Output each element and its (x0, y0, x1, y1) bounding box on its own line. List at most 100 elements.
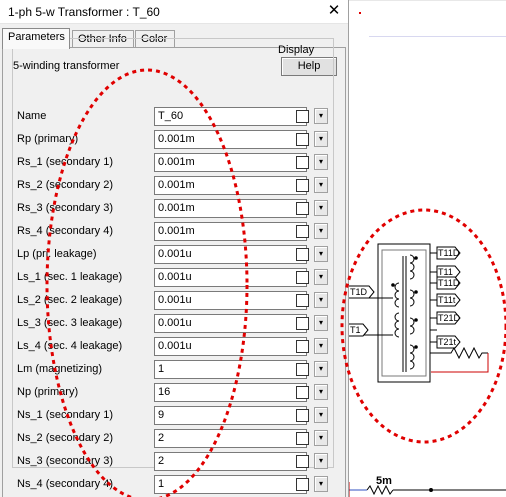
parameter-label: Np (primary) (17, 386, 79, 398)
display-checkbox[interactable] (296, 294, 309, 307)
parameter-row: Lm (magnetizing) 1 ▾ (17, 360, 335, 380)
chevron-down-icon[interactable]: ▾ (314, 292, 328, 308)
tab-parameters[interactable]: Parameters (2, 28, 70, 49)
display-checkbox[interactable] (296, 363, 309, 376)
chevron-down-icon[interactable]: ▾ (314, 200, 328, 216)
parameter-value-input[interactable]: 0.001u (154, 268, 307, 287)
port-label-t11d-a: T11D (438, 248, 460, 258)
chevron-down-icon[interactable]: ▾ (314, 476, 328, 492)
bottom-wire-resistor (349, 482, 506, 497)
parameter-value-input[interactable]: 0.001m (154, 199, 307, 218)
parameter-label: Rs_2 (secondary 2) (17, 179, 113, 191)
display-checkbox[interactable] (296, 340, 309, 353)
parameter-value-input[interactable]: 0.001u (154, 314, 307, 333)
canvas-grid-marks (359, 12, 506, 37)
display-column-header: Display (278, 44, 315, 56)
display-checkbox[interactable] (296, 110, 309, 123)
port-label-t21d: T21D (438, 313, 461, 323)
parameter-row: Np (primary) 16 ▾ (17, 383, 335, 403)
display-checkbox[interactable] (296, 386, 309, 399)
chevron-down-icon[interactable]: ▾ (314, 338, 328, 354)
parameter-value-input[interactable]: 0.001u (154, 337, 307, 356)
secondary-load-resistor (431, 346, 489, 373)
display-checkbox[interactable] (296, 432, 309, 445)
chevron-down-icon[interactable]: ▾ (314, 361, 328, 377)
parameter-row: Rs_1 (secondary 1) 0.001m ▾ (17, 153, 335, 173)
parameter-label: Rp (primary) (17, 133, 79, 145)
parameter-row: Ns_1 (secondary 1) 9 ▾ (17, 406, 335, 426)
display-checkbox[interactable] (296, 248, 309, 261)
display-checkbox[interactable] (296, 156, 309, 169)
transformer-symbol (349, 243, 441, 383)
chevron-down-icon[interactable]: ▾ (314, 246, 328, 262)
parameter-row: Lp (pri. leakage) 0.001u ▾ (17, 245, 335, 265)
parameter-row: Name T_60 ▾ (17, 107, 335, 127)
port-label-t11d-b: T11D (438, 278, 460, 288)
parameter-row: Rs_3 (secondary 3) 0.001m ▾ (17, 199, 335, 219)
parameter-label: Ns_4 (secondary 4) (17, 478, 113, 490)
parameter-value-input[interactable]: 0.001m (154, 222, 307, 241)
chevron-down-icon[interactable]: ▾ (314, 430, 328, 446)
display-checkbox[interactable] (296, 133, 309, 146)
display-checkbox[interactable] (296, 455, 309, 468)
parameter-row: Rs_4 (secondary 4) 0.001m ▾ (17, 222, 335, 242)
parameter-value-input[interactable]: 1 (154, 360, 307, 379)
display-checkbox[interactable] (296, 409, 309, 422)
parameter-row: Ns_4 (secondary 4) 1 ▾ (17, 475, 335, 495)
chevron-down-icon[interactable]: ▾ (314, 154, 328, 170)
window-title: 1-ph 5-w Transformer : T_60 (8, 5, 160, 19)
parameter-value-input[interactable]: 1 (154, 475, 307, 494)
parameter-value-input[interactable]: T_60 (154, 107, 307, 126)
parameter-label: Ns_2 (secondary 2) (17, 432, 113, 444)
chevron-down-icon[interactable]: ▾ (314, 177, 328, 193)
port-label-t21t: T21t (438, 337, 457, 347)
parameter-value-input[interactable]: 2 (154, 429, 307, 448)
parameter-label: Name (17, 110, 47, 122)
parameter-label: Ls_1 (sec. 1 leakage) (17, 271, 123, 283)
parameter-label: Ns_3 (secondary 3) (17, 455, 113, 467)
title-bar[interactable]: 1-ph 5-w Transformer : T_60 ✕ (0, 0, 348, 24)
port-label-t11t: T11t (438, 295, 456, 305)
display-checkbox[interactable] (296, 225, 309, 238)
display-checkbox[interactable] (296, 179, 309, 192)
chevron-down-icon[interactable]: ▾ (314, 315, 328, 331)
parameter-label: Rs_3 (secondary 3) (17, 202, 113, 214)
close-icon[interactable]: ✕ (325, 2, 343, 20)
display-checkbox[interactable] (296, 317, 309, 330)
parameter-value-input[interactable]: 0.001m (154, 176, 307, 195)
parameter-row: Ns_2 (secondary 2) 2 ▾ (17, 429, 335, 449)
display-checkbox[interactable] (296, 271, 309, 284)
chevron-down-icon[interactable]: ▾ (314, 407, 328, 423)
parameter-value-input[interactable]: 2 (154, 452, 307, 471)
parameter-value-input[interactable]: 0.001u (154, 291, 307, 310)
chevron-down-icon[interactable]: ▾ (314, 453, 328, 469)
parameter-value-input[interactable]: 0.001m (154, 130, 307, 149)
parameter-label: Lm (magnetizing) (17, 363, 102, 375)
port-label-t11: T11 (438, 267, 453, 277)
parameter-row: Ls_1 (sec. 1 leakage) 0.001u ▾ (17, 268, 335, 288)
parameter-value-input[interactable]: 9 (154, 406, 307, 425)
parameter-value-input[interactable]: 0.001m (154, 153, 307, 172)
display-checkbox[interactable] (296, 202, 309, 215)
chevron-down-icon[interactable]: ▾ (314, 384, 328, 400)
chevron-down-icon[interactable]: ▾ (314, 131, 328, 147)
resistor-value-label: 5m (376, 475, 392, 487)
parameter-label: Ls_2 (sec. 2 leakage) (17, 294, 123, 306)
chevron-down-icon[interactable]: ▾ (314, 269, 328, 285)
parameter-label: Rs_4 (secondary 4) (17, 225, 113, 237)
primary-port-labels: T1D T1 (349, 285, 375, 337)
display-checkbox[interactable] (296, 478, 309, 491)
parameter-row: Ls_3 (sec. 3 leakage) 0.001u ▾ (17, 314, 335, 334)
parameter-value-input[interactable]: 16 (154, 383, 307, 402)
transformer-properties-dialog: 1-ph 5-w Transformer : T_60 ✕ Parameters… (0, 0, 349, 497)
chevron-down-icon[interactable]: ▾ (314, 108, 328, 124)
parameter-label: Ns_1 (secondary 1) (17, 409, 113, 421)
parameter-value-input[interactable]: 0.001u (154, 245, 307, 264)
parameter-row: Rs_2 (secondary 2) 0.001m ▾ (17, 176, 335, 196)
schematic-drawing: T1D T1 T11D T11 T11D T11t T21D T21t 5m (349, 0, 506, 497)
schematic-canvas[interactable]: T1D T1 T11D T11 T11D T11t T21D T21t 5m (349, 0, 506, 497)
chevron-down-icon[interactable]: ▾ (314, 223, 328, 239)
port-label-t1: T1 (350, 325, 361, 335)
parameter-row: Ls_4 (sec. 4 leakage) 0.001u ▾ (17, 337, 335, 357)
port-label-t1d: T1D (350, 287, 368, 297)
